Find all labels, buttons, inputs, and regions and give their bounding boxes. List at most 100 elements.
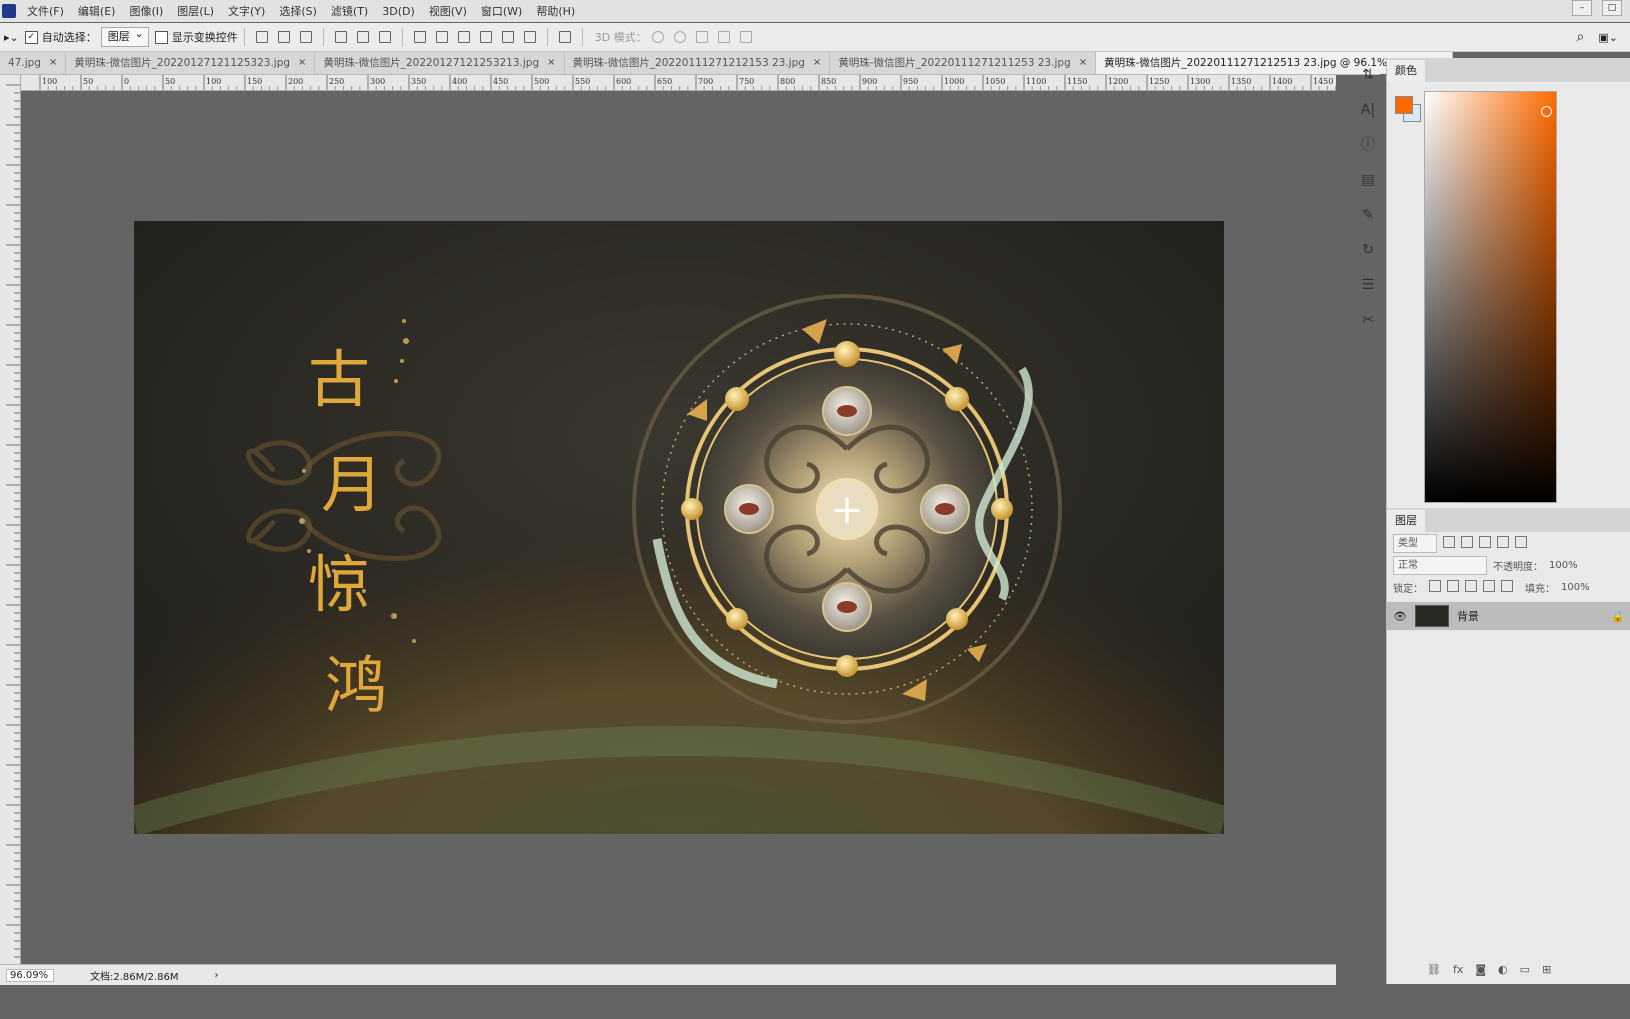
menu-3d[interactable]: 3D(D) <box>375 5 422 18</box>
layers-panel: 图层 类型 正常 不透明度： 100% 锁定： 填充： 100% 👁 背景 🔒 <box>1387 508 1630 630</box>
ruler-label: 850 <box>821 77 836 86</box>
align-vcenter-icon[interactable] <box>277 31 290 43</box>
distribute-hcenter-icon[interactable] <box>501 31 514 43</box>
ruler-label: 1250 <box>1149 77 1169 86</box>
link-icon[interactable]: ⛓ <box>1427 963 1441 976</box>
opacity-value[interactable]: 100% <box>1549 560 1578 571</box>
align-left-icon[interactable] <box>334 31 347 43</box>
menu-select[interactable]: 选择(S) <box>272 3 324 19</box>
color-picker-field[interactable] <box>1424 91 1557 503</box>
layer-row[interactable]: 👁 背景 🔒 <box>1387 602 1630 630</box>
properties-icon[interactable]: ▤ <box>1357 169 1379 191</box>
ruler-label: 1300 <box>1190 77 1210 86</box>
status-menu-icon[interactable]: › <box>215 970 219 981</box>
color-tab[interactable]: 颜色 <box>1387 60 1425 82</box>
align-right-icon[interactable] <box>378 31 391 43</box>
camera-3d-icon[interactable] <box>739 31 752 43</box>
auto-align-icon[interactable] <box>558 31 571 43</box>
artwork-canvas[interactable]: 古 月 惊 鸿 + <box>129 221 1229 836</box>
document-tabs: 47.jpg × 黄明珠-微信图片_20220127121125323.jpg × … <box>0 52 1470 75</box>
eye-icon[interactable]: 👁 <box>1393 610 1407 623</box>
layer-kind-dropdown[interactable]: 类型 <box>1393 533 1437 553</box>
distribute-top-icon[interactable] <box>413 31 426 43</box>
ruler-label: 1450 <box>1313 77 1333 86</box>
ruler-label: 50 <box>165 77 175 86</box>
vertical-ruler[interactable] <box>0 75 21 965</box>
folder-icon[interactable]: ▭ <box>1520 963 1530 976</box>
ruler-label: 650 <box>657 77 672 86</box>
history-icon[interactable]: ⇅ <box>1357 64 1379 86</box>
close-icon[interactable]: × <box>547 52 555 74</box>
align-hcenter-icon[interactable] <box>356 31 369 43</box>
adjustment-icon[interactable]: ◐ <box>1498 963 1508 976</box>
doc-tab[interactable]: 黄明珠-微信图片_20220111271212153 23.jpg × <box>565 52 831 74</box>
color-panel-header: 颜色 <box>1387 58 1630 82</box>
lock-icons[interactable] <box>1429 579 1519 595</box>
layer-thumbnail <box>1414 605 1449 627</box>
menu-file[interactable]: 文件(F) <box>20 3 71 19</box>
close-icon[interactable]: × <box>49 52 57 74</box>
tools-icon[interactable]: ✂ <box>1357 309 1379 331</box>
menu-type[interactable]: 文字(Y) <box>221 3 272 19</box>
distribute-left-icon[interactable] <box>479 31 492 43</box>
doc-tab[interactable]: 黄明珠-微信图片_20220127121253213.jpg × <box>315 52 565 74</box>
doc-tab[interactable]: 黄明珠-微信图片_20220127121125323.jpg × <box>66 52 316 74</box>
character-icon[interactable]: A| <box>1357 99 1379 121</box>
fx-icon[interactable]: fx <box>1453 963 1463 976</box>
menu-window[interactable]: 窗口(W) <box>474 3 529 19</box>
menu-help[interactable]: 帮助(H) <box>529 3 582 19</box>
hue-slider[interactable] <box>1559 91 1569 501</box>
rotate-icon[interactable]: ↻ <box>1357 239 1379 261</box>
app-logo <box>2 4 16 18</box>
align-top-icon[interactable] <box>255 31 268 43</box>
search-icon[interactable]: ⌕ <box>1577 29 1585 45</box>
close-icon[interactable]: × <box>298 52 306 74</box>
title-char-1: 古 <box>308 343 370 416</box>
tool-preset-icon[interactable]: ▸⌄ <box>4 31 19 44</box>
picker-handle[interactable] <box>1541 106 1552 117</box>
layers-tab[interactable]: 图层 <box>1387 510 1425 532</box>
distribute-vcenter-icon[interactable] <box>435 31 448 43</box>
menu-layer[interactable]: 图层(L) <box>170 3 221 19</box>
layer-filter-icons[interactable] <box>1443 535 1533 551</box>
mask-icon[interactable]: ◙ <box>1475 963 1486 976</box>
ruler-label: 100 <box>206 77 221 86</box>
ruler-label: 800 <box>780 77 795 86</box>
show-transform-checkbox[interactable] <box>154 30 168 44</box>
layer-filter-row: 类型 <box>1387 532 1630 554</box>
fill-value[interactable]: 100% <box>1561 582 1590 593</box>
workspace-icon[interactable]: ▣⌄ <box>1598 31 1618 44</box>
new-layer-icon[interactable]: ⊞ <box>1542 963 1551 976</box>
auto-select-checkbox[interactable]: ✓ <box>24 30 38 44</box>
foreground-color-swatch[interactable] <box>1395 96 1413 114</box>
distribute-bottom-icon[interactable] <box>457 31 470 43</box>
menu-view[interactable]: 视图(V) <box>422 3 474 19</box>
blend-mode-dropdown[interactable]: 正常 <box>1393 555 1487 575</box>
maximize-button[interactable]: □ <box>1602 0 1622 16</box>
layer-name: 背景 <box>1456 610 1479 623</box>
doc-tab[interactable]: 黄明珠-微信图片_20220111271211253 23.jpg × <box>830 52 1097 74</box>
info-icon[interactable]: ⓘ <box>1357 134 1379 156</box>
roll-3d-icon[interactable] <box>673 31 686 43</box>
zoom-field[interactable]: 96.09% <box>6 968 54 982</box>
minimize-button[interactable]: – <box>1572 0 1592 16</box>
adjustments-icon[interactable]: ☰ <box>1357 274 1379 296</box>
auto-select-dropdown[interactable]: 图层 <box>100 25 149 47</box>
slide-3d-icon[interactable] <box>717 31 730 43</box>
doc-tab[interactable]: 47.jpg × <box>0 52 67 74</box>
pan-3d-icon[interactable] <box>695 31 708 43</box>
distribute-right-icon[interactable] <box>523 31 536 43</box>
options-bar: ▸⌄ ✓ 自动选择： 图层 显示变换控件 3D 模式： ⌕ ▣⌄ <box>0 23 1630 52</box>
close-icon[interactable]: × <box>1079 52 1087 74</box>
menu-edit[interactable]: 编辑(E) <box>71 3 123 19</box>
horizontal-ruler[interactable]: 100 50 0 50 100 150 200 250 300 350 400 450 500 550 60… <box>20 75 1336 91</box>
align-bottom-icon[interactable] <box>299 31 312 43</box>
menu-image[interactable]: 图像(I) <box>122 3 170 19</box>
ruler-label: 600 <box>616 77 631 86</box>
brush-settings-icon[interactable]: ✎ <box>1357 204 1379 226</box>
ruler-ticks: 100 50 0 50 100 150 200 250 300 350 400 450 500 550 60… <box>39 75 1336 90</box>
close-icon[interactable]: × <box>813 52 821 74</box>
orbit-3d-icon[interactable] <box>651 31 664 43</box>
ruler-label: 1350 <box>1231 77 1251 86</box>
menu-filter[interactable]: 滤镜(T) <box>324 3 375 19</box>
